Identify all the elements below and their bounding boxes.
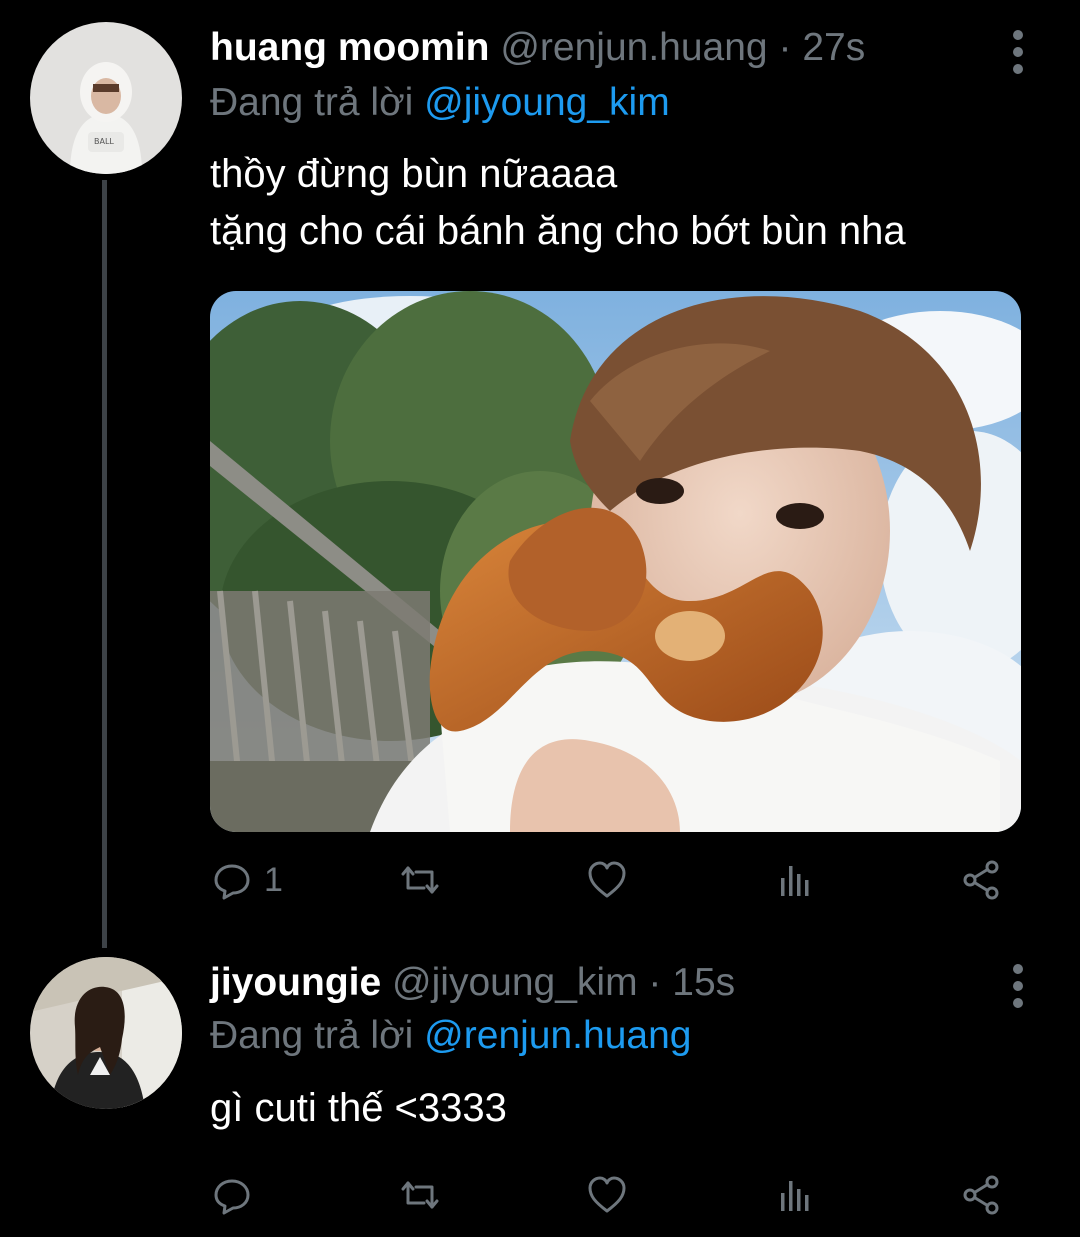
timestamp[interactable]: 27s [802,26,865,69]
tweet[interactable]: jiyoungie @jiyoung_kim · 15s Đang trả lờ… [0,940,1080,1237]
retweet-button[interactable] [398,855,442,905]
tweet-text-line: thồy đừng bùn nữaaaa [210,152,618,196]
retweet-icon [401,866,439,894]
svg-text:BALL: BALL [94,137,114,146]
replying-prefix: Đang trả lời [210,81,414,124]
like-button[interactable] [585,855,629,905]
mention-link[interactable]: @jiyoung_kim [424,81,670,124]
share-button[interactable] [960,855,1004,905]
tweet-photo[interactable] [210,291,1021,832]
avatar[interactable] [30,957,182,1109]
replying-to: Đang trả lời @jiyoung_kim [210,80,670,126]
replying-to: Đang trả lời @renjun.huang [210,1013,691,1059]
tweet-header: jiyoungie @jiyoung_kim · 15s [210,960,735,1006]
comment-bubble-icon [214,1179,250,1215]
tweet[interactable]: BALL huang moomin @renjun.huang · 27s Đa… [0,0,1080,948]
user-handle[interactable]: @jiyoung_kim [392,961,638,1004]
vertical-dots-icon[interactable] [1013,30,1025,74]
reply-button[interactable] [210,1170,254,1220]
share-button[interactable] [960,1170,1004,1220]
bar-chart-icon [781,866,809,896]
display-name[interactable]: huang moomin [210,26,489,69]
share-icon [963,860,999,900]
retweet-icon [401,1181,439,1209]
bar-chart-icon [781,1181,809,1211]
tweet-text-line: gì cuti thế <3333 [210,1086,507,1130]
tweet-actions [210,1170,1030,1220]
share-icon [963,1175,999,1215]
display-name[interactable]: jiyoungie [210,961,381,1004]
tweet-text: gì cuti thế <3333 [210,1080,507,1137]
vertical-dots-icon[interactable] [1013,964,1025,1008]
tweet-actions: 1 [210,855,1030,905]
user-handle[interactable]: @renjun.huang [500,26,767,69]
analytics-button[interactable] [773,1170,817,1220]
tweet-text-line: tặng cho cái bánh ăng cho bớt bùn nha [210,209,906,253]
mention-link[interactable]: @renjun.huang [424,1014,691,1057]
thread-connector-line [102,180,107,948]
avatar[interactable]: BALL [30,22,182,174]
separator-dot: · [778,26,792,69]
reply-count: 1 [264,860,283,899]
reply-button[interactable]: 1 [210,855,283,905]
heart-icon [588,1176,626,1213]
timestamp[interactable]: 15s [672,961,735,1004]
separator-dot: · [648,961,662,1004]
analytics-button[interactable] [773,855,817,905]
comment-bubble-icon [214,864,250,900]
tweet-text: thồy đừng bùn nữaaaa tặng cho cái bánh ă… [210,146,906,260]
tweet-header: huang moomin @renjun.huang · 27s [210,25,865,71]
retweet-button[interactable] [398,1170,442,1220]
like-button[interactable] [585,1170,629,1220]
replying-prefix: Đang trả lời [210,1014,414,1057]
heart-icon [588,861,626,898]
